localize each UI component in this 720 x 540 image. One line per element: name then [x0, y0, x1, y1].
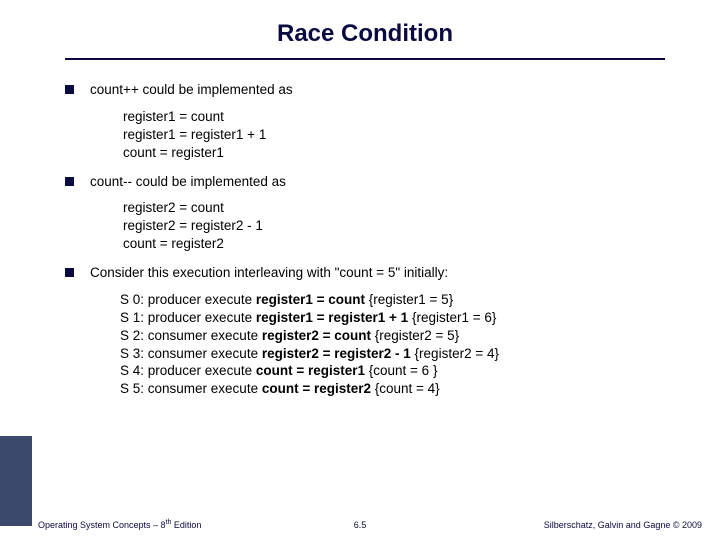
square-bullet-icon — [65, 177, 74, 186]
footer-right: Silberschatz, Galvin and Gagne © 2009 — [544, 520, 702, 530]
trace-line: S 0: producer execute register1 = count … — [120, 292, 665, 309]
sub-block-1: register1 = count register1 = register1 … — [123, 109, 665, 162]
bullet-1: count++ could be implemented as — [65, 82, 665, 99]
code-line: count = register1 — [123, 145, 665, 162]
sub-block-2: register2 = count register2 = register2 … — [123, 200, 665, 253]
execution-trace: S 0: producer execute register1 = count … — [120, 292, 665, 398]
bullet-3-text: Consider this execution interleaving wit… — [90, 265, 448, 282]
footer: Operating System Concepts – 8th Edition … — [0, 519, 720, 536]
bullet-2: count-- could be implemented as — [65, 174, 665, 191]
code-line: register2 = count — [123, 200, 665, 217]
trace-line: S 5: consumer execute count = register2 … — [120, 381, 665, 398]
code-line: register1 = count — [123, 109, 665, 126]
bullet-3: Consider this execution interleaving wit… — [65, 265, 665, 282]
footer-left: Operating System Concepts – 8th Edition — [38, 519, 201, 530]
trace-line: S 3: consumer execute register2 = regist… — [120, 346, 665, 363]
footer-page-number: 6.5 — [354, 520, 367, 530]
code-line: register2 = register2 - 1 — [123, 218, 665, 235]
square-bullet-icon — [65, 268, 74, 277]
square-bullet-icon — [65, 85, 74, 94]
title-rule — [65, 58, 665, 60]
trace-line: S 1: producer execute register1 = regist… — [120, 310, 665, 327]
code-line: register1 = register1 + 1 — [123, 127, 665, 144]
bullet-2-text: count-- could be implemented as — [90, 174, 286, 191]
code-line: count = register2 — [123, 236, 665, 253]
bullet-1-text: count++ could be implemented as — [90, 82, 293, 99]
content-area: count++ could be implemented as register… — [65, 82, 665, 398]
trace-line: S 2: consumer execute register2 = count … — [120, 328, 665, 345]
slide: Race Condition count++ could be implemen… — [0, 0, 720, 540]
left-accent-bar — [0, 436, 32, 526]
slide-title: Race Condition — [65, 20, 665, 58]
trace-line: S 4: producer execute count = register1 … — [120, 363, 665, 380]
